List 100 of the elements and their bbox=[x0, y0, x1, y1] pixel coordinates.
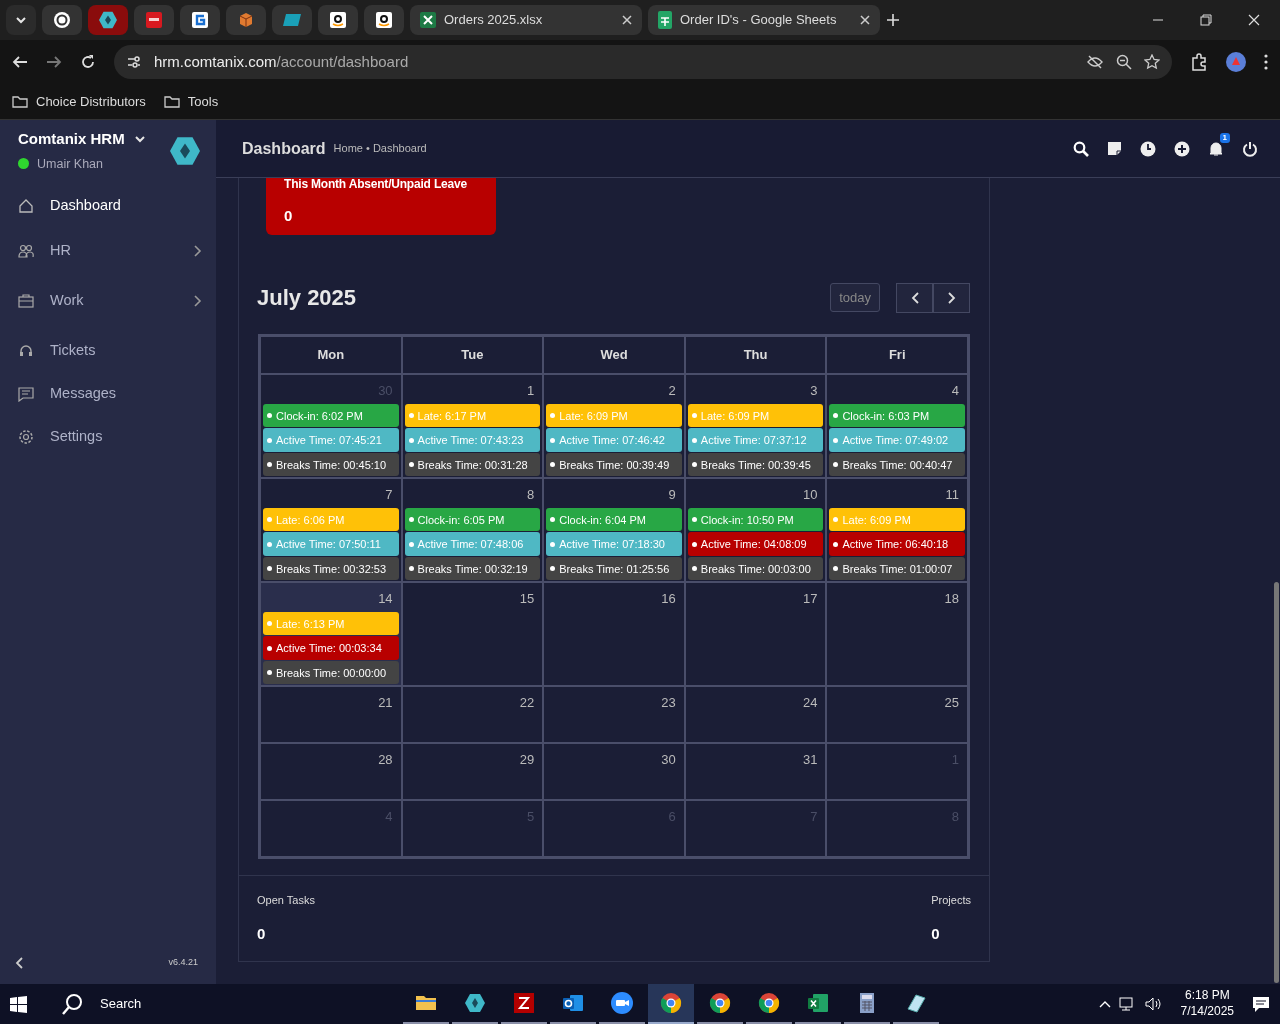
browser-tab[interactable] bbox=[88, 5, 128, 35]
day-cell[interactable]: 28 bbox=[260, 743, 402, 800]
day-number[interactable]: 3 bbox=[810, 377, 824, 404]
browser-tab[interactable] bbox=[364, 5, 404, 35]
day-cell[interactable]: 7 Late: 6:06 PM Active Time: 07:50:11 Breaks Time: 00:32:53 bbox=[260, 478, 402, 582]
day-number[interactable]: 14 bbox=[378, 585, 399, 612]
day-cell[interactable]: 16 bbox=[543, 582, 685, 686]
calendar-event[interactable]: Breaks Time: 00:45:10 bbox=[263, 452, 399, 476]
day-number[interactable]: 29 bbox=[519, 746, 541, 773]
calendar-event[interactable]: Breaks Time: 01:25:56 bbox=[546, 556, 682, 580]
restore-icon[interactable] bbox=[1200, 14, 1212, 26]
reload-icon[interactable] bbox=[80, 54, 96, 70]
search-icon[interactable] bbox=[1073, 140, 1089, 157]
day-cell[interactable]: 14 Late: 6:13 PM Active Time: 00:03:34 Breaks Time: 00:00:00 bbox=[260, 582, 402, 686]
day-number[interactable]: 7 bbox=[385, 481, 399, 508]
browser-tab[interactable] bbox=[180, 5, 220, 35]
sidebar-item[interactable]: Settings bbox=[0, 415, 216, 460]
more-icon[interactable] bbox=[1264, 54, 1268, 70]
day-cell[interactable]: 21 bbox=[260, 686, 402, 743]
day-cell[interactable]: 2 Late: 6:09 PM Active Time: 07:46:42 Breaks Time: 00:39:49 bbox=[543, 374, 685, 478]
day-cell[interactable]: 23 bbox=[543, 686, 685, 743]
sidebar-item[interactable]: HR bbox=[0, 229, 216, 274]
bell-icon[interactable] bbox=[1208, 140, 1224, 157]
back-icon[interactable] bbox=[12, 54, 28, 70]
taskbar-app[interactable] bbox=[647, 984, 694, 1024]
power-icon[interactable] bbox=[1242, 140, 1258, 157]
close-icon[interactable] bbox=[622, 15, 632, 25]
day-number[interactable]: 23 bbox=[661, 689, 682, 716]
calendar-event[interactable]: Active Time: 04:08:09 bbox=[687, 532, 824, 556]
browser-tab[interactable] bbox=[318, 5, 358, 35]
volume-icon[interactable] bbox=[1144, 996, 1163, 1012]
day-number[interactable]: 31 bbox=[802, 746, 824, 773]
day-number[interactable]: 15 bbox=[519, 585, 541, 612]
day-number[interactable]: 4 bbox=[951, 377, 965, 404]
day-number[interactable]: 2 bbox=[668, 377, 682, 404]
calendar-event[interactable]: Breaks Time: 00:39:45 bbox=[687, 452, 824, 476]
day-cell[interactable]: 22 bbox=[401, 686, 544, 743]
sidebar-item[interactable]: Work bbox=[0, 273, 216, 330]
day-cell[interactable]: 29 bbox=[401, 743, 544, 800]
browser-tab[interactable]: Order ID's - Google Sheets bbox=[648, 5, 880, 35]
day-cell[interactable]: 9 Clock-in: 6:04 PM Active Time: 07:18:30 Breaks Time: 01:25:56 bbox=[543, 478, 685, 582]
day-cell[interactable]: 30 bbox=[543, 743, 685, 800]
clock-time[interactable]: 6:18 PM bbox=[1180, 988, 1234, 1004]
today-button[interactable]: today bbox=[830, 282, 880, 313]
day-cell[interactable]: 15 bbox=[401, 582, 544, 686]
scrollbar-thumb[interactable] bbox=[1274, 582, 1279, 983]
taskbar-search[interactable]: Search bbox=[62, 993, 342, 1015]
new-tab-icon[interactable] bbox=[886, 13, 900, 27]
browser-tab[interactable]: Orders 2025.xlsx bbox=[410, 5, 642, 35]
day-cell[interactable]: 8 Clock-in: 6:05 PM Active Time: 07:48:06 Breaks Time: 00:32:19 bbox=[401, 478, 544, 582]
calendar-event[interactable]: Breaks Time: 00:32:53 bbox=[263, 556, 399, 580]
chevron-up-icon[interactable] bbox=[1098, 1000, 1111, 1008]
day-cell[interactable]: 31 bbox=[684, 743, 827, 800]
day-cell[interactable]: 3 Late: 6:09 PM Active Time: 07:37:12 Breaks Time: 00:39:45 bbox=[684, 374, 827, 478]
day-number[interactable]: 24 bbox=[802, 689, 824, 716]
calendar-event[interactable]: Breaks Time: 01:00:07 bbox=[829, 556, 965, 580]
day-number[interactable]: 28 bbox=[378, 746, 399, 773]
calendar-event[interactable]: Breaks Time: 00:03:00 bbox=[687, 556, 824, 580]
zoom-out-icon[interactable] bbox=[1116, 54, 1132, 70]
calendar-event[interactable]: Breaks Time: 00:32:19 bbox=[404, 556, 541, 580]
clock-icon[interactable] bbox=[1140, 140, 1156, 157]
browser-tab[interactable] bbox=[42, 5, 82, 35]
star-icon[interactable] bbox=[1144, 54, 1160, 70]
day-number[interactable]: 1 bbox=[526, 377, 541, 404]
bookmark-folder[interactable]: Choice Distributors bbox=[12, 91, 146, 112]
calendar-event[interactable]: Breaks Time: 00:39:49 bbox=[546, 452, 682, 476]
day-cell[interactable]: 1 Late: 6:17 PM Active Time: 07:43:23 Breaks Time: 00:31:28 bbox=[401, 374, 544, 478]
browser-tab[interactable] bbox=[134, 5, 174, 35]
day-number[interactable]: 22 bbox=[519, 689, 541, 716]
notifications-icon[interactable] bbox=[1252, 995, 1270, 1013]
calendar-event[interactable]: Breaks Time: 00:31:28 bbox=[404, 452, 541, 476]
day-cell[interactable]: 24 bbox=[684, 686, 827, 743]
day-cell[interactable]: 11 Late: 6:09 PM Active Time: 06:40:18 Breaks Time: 01:00:07 bbox=[826, 478, 968, 582]
close-icon[interactable] bbox=[1248, 14, 1260, 26]
day-number[interactable]: 16 bbox=[661, 585, 682, 612]
day-cell[interactable]: 18 bbox=[826, 582, 968, 686]
sidebar-item[interactable]: Dashboard bbox=[0, 183, 216, 230]
day-number[interactable]: 17 bbox=[802, 585, 824, 612]
next-button[interactable] bbox=[933, 282, 970, 313]
sidebar-item[interactable]: Tickets bbox=[0, 329, 216, 374]
add-circle-icon[interactable] bbox=[1174, 140, 1190, 157]
calendar-event[interactable]: Active Time: 00:03:34 bbox=[263, 636, 399, 660]
day-number[interactable]: 11 bbox=[945, 481, 965, 508]
day-cell[interactable]: 25 bbox=[826, 686, 968, 743]
windows-logo-icon[interactable] bbox=[10, 995, 27, 1013]
eye-slash-icon[interactable] bbox=[1086, 54, 1104, 70]
collapse-icon[interactable] bbox=[14, 956, 24, 970]
bookmark-folder[interactable]: Tools bbox=[163, 91, 219, 112]
day-number[interactable]: 30 bbox=[661, 746, 682, 773]
day-number[interactable]: 10 bbox=[802, 481, 824, 508]
profile-avatar-icon[interactable] bbox=[1226, 52, 1246, 72]
day-number[interactable]: 21 bbox=[378, 689, 399, 716]
day-number[interactable]: 9 bbox=[668, 481, 682, 508]
day-number[interactable]: 25 bbox=[944, 689, 965, 716]
calendar-event[interactable]: Breaks Time: 00:00:00 bbox=[263, 660, 399, 684]
calendar-event[interactable]: Active Time: 06:40:18 bbox=[829, 532, 965, 556]
site-settings-icon[interactable] bbox=[126, 54, 142, 70]
day-cell[interactable]: 4 Clock-in: 6:03 PM Active Time: 07:49:02 Breaks Time: 00:40:47 bbox=[826, 374, 968, 478]
puzzle-icon[interactable] bbox=[1190, 53, 1208, 71]
day-cell[interactable]: 17 bbox=[684, 582, 827, 686]
